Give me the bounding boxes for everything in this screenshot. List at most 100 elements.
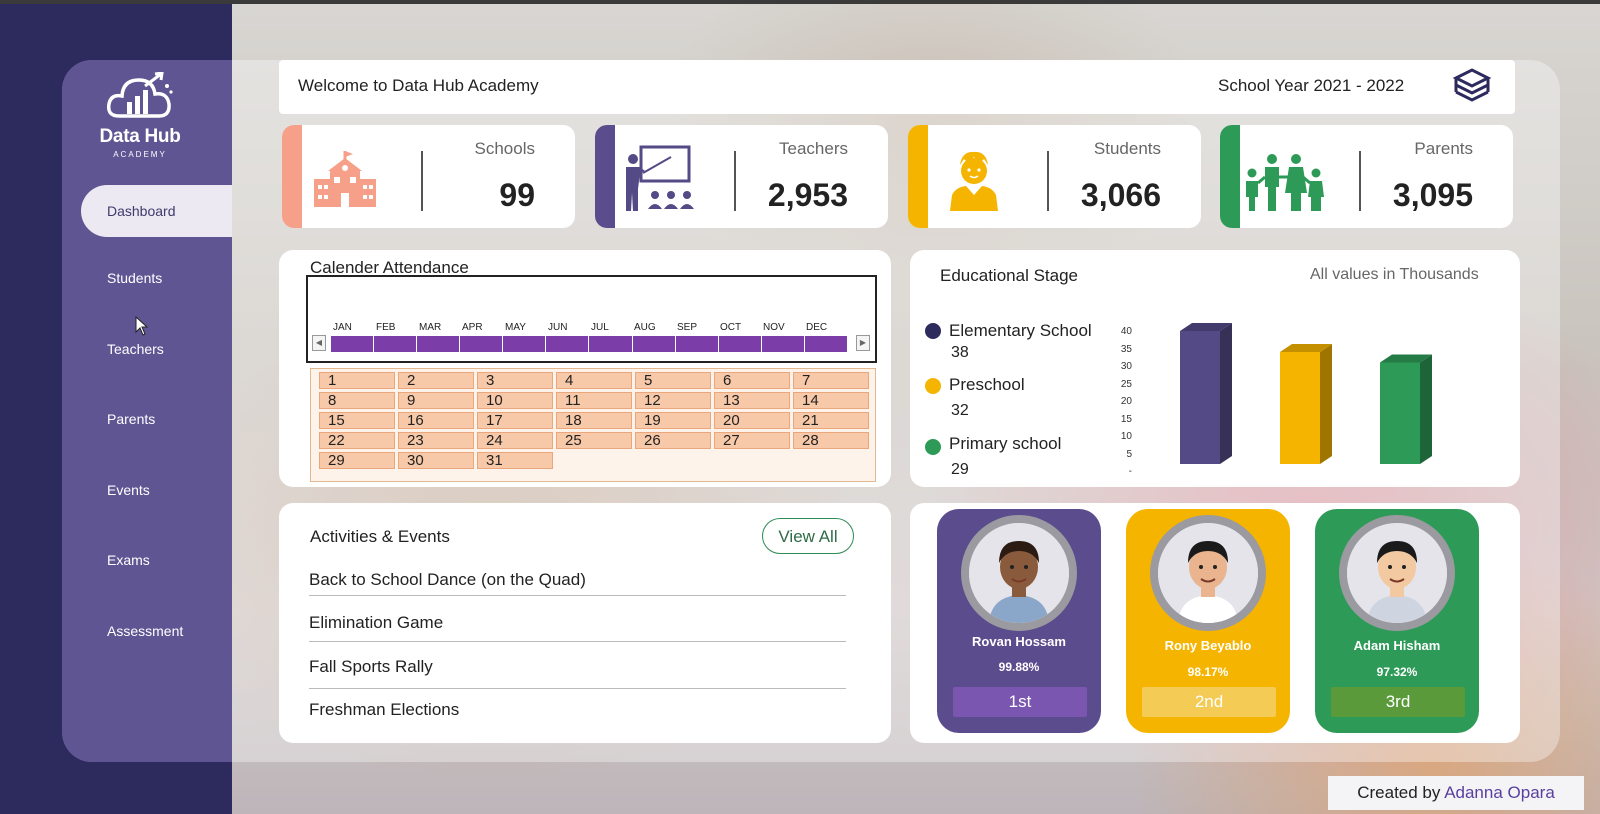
calendar-day-cell[interactable]: 15	[319, 412, 395, 429]
educational-stage-note: All values in Thousands	[1310, 266, 1479, 283]
event-item[interactable]: Elimination Game	[309, 613, 846, 633]
calendar-day-cell[interactable]: 6	[714, 372, 790, 389]
nav-item-assessment[interactable]: Assessment	[107, 623, 183, 639]
y-tick-label: 40	[1120, 326, 1132, 337]
top-student-card[interactable]: Rony Beyablo 98.17% 2nd	[1126, 509, 1290, 733]
credit-prefix: Created by	[1357, 783, 1441, 802]
logo-subtitle: ACADEMY	[113, 150, 167, 159]
calendar-day-cell[interactable]: 9	[398, 392, 474, 409]
calendar-day-cell[interactable]: 25	[556, 432, 632, 449]
month-timeline[interactable]: ◀ ▶ JAN FEB MAR APR MAY JUN JUL AUG SEP OCT NOV DEC	[306, 275, 877, 363]
month-label[interactable]: MAY	[505, 322, 526, 333]
nav-item-events[interactable]: Events	[107, 482, 150, 498]
student-score: 99.88%	[998, 660, 1040, 674]
student-rank-badge: 3rd	[1331, 687, 1465, 717]
calendar-day-cell[interactable]: 21	[793, 412, 869, 429]
calendar-day-cell[interactable]: 18	[556, 412, 632, 429]
educational-stage-bar-chart	[1180, 323, 1432, 464]
nav-item-teachers[interactable]: Teachers	[107, 341, 164, 357]
student-name: Adam Hisham	[1353, 638, 1441, 653]
month-label[interactable]: JAN	[333, 322, 352, 333]
kpi-label: Parents	[1414, 139, 1473, 158]
calendar-day-cell[interactable]: 16	[398, 412, 474, 429]
nav-item-students[interactable]: Students	[107, 270, 162, 286]
legend-value-elementary: 38	[951, 344, 969, 361]
student-avatar	[961, 515, 1077, 631]
calendar-day-cell[interactable]: 27	[714, 432, 790, 449]
kpi-accent	[908, 125, 928, 228]
legend-label-elementary: Elementary School	[949, 321, 1092, 340]
month-label[interactable]: APR	[462, 322, 483, 333]
month-label[interactable]: MAR	[419, 322, 441, 333]
kpi-parents: Parents 3,095	[1220, 125, 1513, 228]
calendar-day-cell[interactable]: 28	[793, 432, 869, 449]
kpi-label: Schools	[474, 139, 535, 158]
calendar-day-cell[interactable]: 10	[477, 392, 553, 409]
kpi-divider	[421, 151, 423, 211]
month-label[interactable]: SEP	[677, 322, 697, 333]
month-label[interactable]: NOV	[763, 322, 785, 333]
kpi-value: 99	[499, 177, 535, 213]
kpi-divider	[1047, 151, 1049, 211]
student-portrait-icon	[1347, 523, 1447, 623]
calendar-day-cell[interactable]: 20	[714, 412, 790, 429]
kpi-accent	[282, 125, 302, 228]
calendar-day-cell[interactable]: 12	[635, 392, 711, 409]
month-label[interactable]: OCT	[720, 322, 741, 333]
calendar-day-cell[interactable]: 26	[635, 432, 711, 449]
kpi-teachers: Teachers 2,953	[595, 125, 888, 228]
event-divider	[309, 641, 846, 642]
calendar-day-cell[interactable]: 11	[556, 392, 632, 409]
calendar-day-cell[interactable]: 31	[477, 452, 553, 469]
student-rank-badge: 2nd	[1142, 687, 1276, 717]
month-label[interactable]: FEB	[376, 322, 395, 333]
kpi-label: Teachers	[779, 139, 848, 158]
calendar-day-cell[interactable]: 29	[319, 452, 395, 469]
calendar-day-cell[interactable]: 17	[477, 412, 553, 429]
calendar-day-cell[interactable]: 19	[635, 412, 711, 429]
event-item[interactable]: Back to School Dance (on the Quad)	[309, 570, 846, 590]
nav-item-dashboard[interactable]: Dashboard	[107, 203, 176, 219]
top-student-card[interactable]: Adam Hisham 97.32% 3rd	[1315, 509, 1479, 733]
calendar-day-cell[interactable]: 24	[477, 432, 553, 449]
month-label[interactable]: AUG	[634, 322, 656, 333]
view-all-button[interactable]: View All	[762, 518, 854, 554]
kpi-label: Students	[1093, 139, 1161, 158]
calendar-day-cell[interactable]: 5	[635, 372, 711, 389]
event-divider	[309, 688, 846, 689]
student-score: 98.17%	[1187, 665, 1229, 679]
y-tick-label: 35	[1120, 343, 1132, 355]
calendar-day-cell[interactable]: 4	[556, 372, 632, 389]
calendar-day-cell[interactable]: 8	[319, 392, 395, 409]
calendar-day-cell[interactable]: 3	[477, 372, 553, 389]
month-label[interactable]: DEC	[806, 322, 827, 333]
kpi-divider	[734, 151, 736, 211]
kpi-accent	[595, 125, 615, 228]
legend-value-preschool: 32	[951, 402, 969, 419]
y-tick-label: 20	[1120, 396, 1132, 407]
student-rank-badge: 1st	[953, 687, 1087, 717]
month-label[interactable]: JUL	[591, 322, 609, 333]
nav-item-parents[interactable]: Parents	[107, 411, 155, 427]
calendar-day-cell[interactable]: 30	[398, 452, 474, 469]
event-item[interactable]: Fall Sports Rally	[309, 657, 846, 677]
timeline-scroll-left-icon[interactable]: ◀	[312, 335, 326, 351]
nav-item-exams[interactable]: Exams	[107, 552, 150, 568]
top-student-card[interactable]: Rovan Hossam 99.88% 1st	[937, 509, 1101, 733]
student-score: 97.32%	[1376, 665, 1418, 679]
timeline-track[interactable]	[331, 336, 847, 352]
month-label[interactable]: JUN	[548, 322, 567, 333]
calendar-day-cell[interactable]: 14	[793, 392, 869, 409]
books-icon[interactable]	[1452, 66, 1492, 108]
y-tick-label: 25	[1120, 378, 1132, 390]
event-item[interactable]: Freshman Elections	[309, 700, 846, 720]
calendar-day-cell[interactable]: 23	[398, 432, 474, 449]
timeline-scroll-right-icon[interactable]: ▶	[856, 335, 870, 351]
calendar-day-cell[interactable]: 22	[319, 432, 395, 449]
event-divider	[309, 595, 846, 596]
calendar-day-cell[interactable]: 2	[398, 372, 474, 389]
calendar-day-cell[interactable]: 13	[714, 392, 790, 409]
calendar-day-cell[interactable]: 7	[793, 372, 869, 389]
legend-value-primary: 29	[951, 461, 969, 478]
calendar-day-cell[interactable]: 1	[319, 372, 395, 389]
